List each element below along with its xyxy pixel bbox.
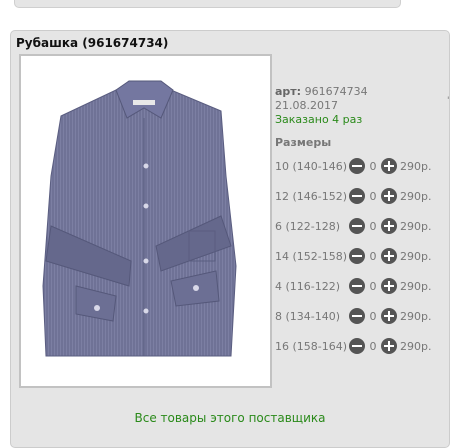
size-label: 16 (158-164) xyxy=(275,339,348,353)
product-title: Рубашка (961674734) xyxy=(16,36,169,50)
minus-icon[interactable] xyxy=(349,188,365,204)
minus-icon[interactable] xyxy=(349,278,365,294)
size-quantity: 0 xyxy=(369,279,377,293)
product-photo[interactable] xyxy=(19,54,272,388)
product-date: 21.08.2017 xyxy=(275,99,338,112)
size-price: 290р. xyxy=(400,189,432,203)
minus-icon[interactable] xyxy=(349,158,365,174)
size-price: 290р. xyxy=(400,279,432,293)
size-price: 290р. xyxy=(400,309,432,323)
sizes-heading: Размеры xyxy=(275,136,332,149)
size-quantity: 0 xyxy=(369,339,377,353)
plus-icon[interactable] xyxy=(381,218,397,234)
size-label: 10 (140-146) xyxy=(275,159,348,173)
size-quantity: 0 xyxy=(369,189,377,203)
size-quantity: 0 xyxy=(369,249,377,263)
tick-mark: ' xyxy=(447,96,450,106)
minus-icon[interactable] xyxy=(349,338,365,354)
size-price: 290р. xyxy=(400,219,432,233)
size-row: 10 (140-146) 0 290р. xyxy=(275,157,455,175)
minus-icon[interactable] xyxy=(349,308,365,324)
size-row: 8 (134-140) 0 290р. xyxy=(275,307,455,325)
previous-card-edge xyxy=(14,0,401,8)
size-row: 16 (158-164) 0 290р. xyxy=(275,337,455,355)
size-price: 290р. xyxy=(400,249,432,263)
size-quantity: 0 xyxy=(369,309,377,323)
size-price: 290р. xyxy=(400,339,432,353)
size-quantity: 0 xyxy=(369,219,377,233)
article-value: 961674734 xyxy=(304,85,368,98)
plus-icon[interactable] xyxy=(381,248,397,264)
shirt-image xyxy=(42,80,237,357)
plus-icon[interactable] xyxy=(381,188,397,204)
size-label: 4 (116-122) xyxy=(275,279,341,293)
size-row: 6 (122-128) 0 290р. xyxy=(275,217,455,235)
all-supplier-products-link[interactable]: Все товары этого поставщика xyxy=(11,411,449,425)
plus-icon[interactable] xyxy=(381,338,397,354)
size-label: 14 (152-158) xyxy=(275,249,348,263)
size-row: 12 (146-152) 0 290р. xyxy=(275,187,455,205)
minus-icon[interactable] xyxy=(349,248,365,264)
size-label: 6 (122-128) xyxy=(275,219,341,233)
size-row: 4 (116-122) 0 290р. xyxy=(275,277,455,295)
minus-icon[interactable] xyxy=(349,218,365,234)
order-count: Заказано 4 раз xyxy=(275,113,363,126)
product-info: арт: 961674734 21.08.2017 Заказано 4 раз xyxy=(275,85,368,127)
size-label: 12 (146-152) xyxy=(275,189,348,203)
plus-icon[interactable] xyxy=(381,278,397,294)
size-label: 8 (134-140) xyxy=(275,309,341,323)
product-card: Рубашка (961674734) арт: 961674734 21.08… xyxy=(10,30,450,448)
size-row: 14 (152-158) 0 290р. xyxy=(275,247,455,265)
size-price: 290р. xyxy=(400,159,432,173)
plus-icon[interactable] xyxy=(381,158,397,174)
plus-icon[interactable] xyxy=(381,308,397,324)
article-label: арт: xyxy=(275,85,302,98)
size-quantity: 0 xyxy=(369,159,377,173)
